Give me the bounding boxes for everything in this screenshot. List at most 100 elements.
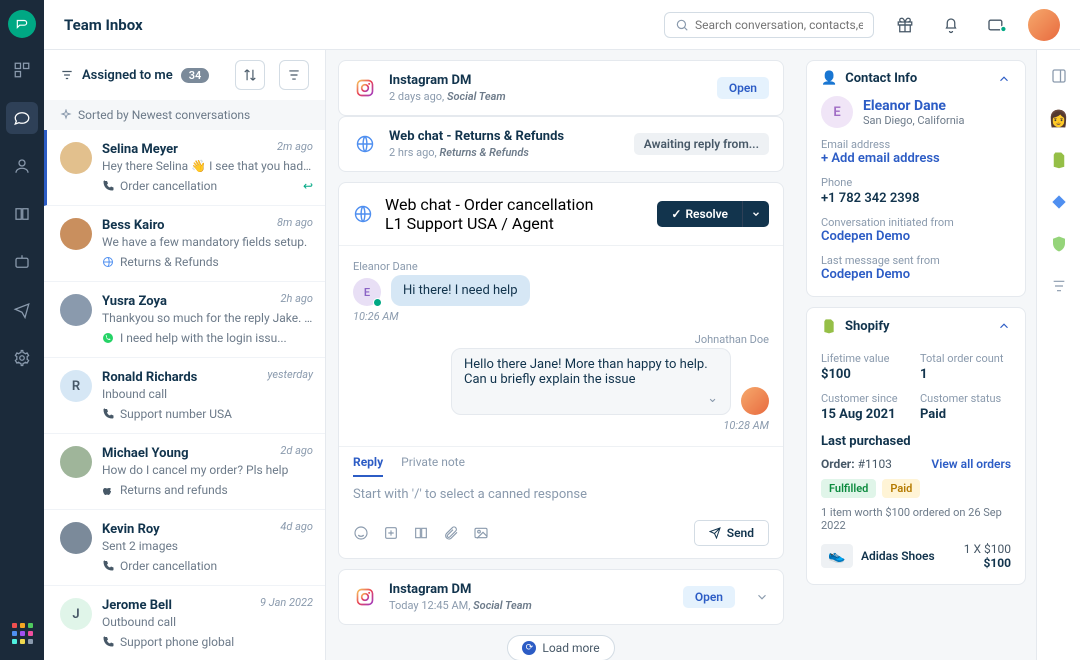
collapse-icon[interactable]: [997, 72, 1011, 86]
conv-count-badge: 34: [181, 68, 210, 83]
rail-filter-icon[interactable]: [1047, 274, 1071, 298]
canned-icon[interactable]: [383, 525, 399, 541]
globe-icon: [353, 132, 377, 156]
shopify-icon: [821, 318, 837, 334]
compose-input[interactable]: Start with '/' to select a canned respon…: [339, 477, 783, 512]
thread-card[interactable]: Instagram DM 2 days ago, Social Team Ope…: [338, 60, 784, 116]
product-image: 👟: [821, 544, 853, 568]
conversation-item[interactable]: Kevin Roy Sent 2 images Order cancellati…: [44, 510, 325, 586]
add-email-link[interactable]: + Add email address: [821, 151, 1011, 166]
chat-header: Web chat - Order cancellation L1 Support…: [339, 183, 783, 246]
filter-icon: [60, 68, 74, 82]
contact-phone: +1 782 342 2398: [821, 191, 1011, 206]
avatar: [60, 446, 92, 478]
compose-tabs: Reply Private note: [339, 447, 783, 477]
avatar: E: [353, 278, 381, 306]
thread-pane: Instagram DM 2 days ago, Social Team Ope…: [326, 50, 796, 660]
availability-icon[interactable]: [982, 10, 1012, 40]
app-logo: [8, 10, 36, 38]
resolve-button[interactable]: ✓ Resolve: [657, 201, 742, 227]
nav-sidebar: [0, 0, 44, 660]
compose-toolbar: Send: [339, 512, 783, 558]
thread-action-button[interactable]: Open: [717, 77, 769, 99]
instagram-icon: [353, 76, 377, 100]
nav-bot[interactable]: [6, 246, 38, 278]
rail-shield-icon[interactable]: [1047, 232, 1071, 256]
load-more-button[interactable]: ⟳Load more: [507, 635, 614, 660]
open-button[interactable]: Open: [683, 586, 735, 608]
conv-filter-header: Assigned to me 34: [44, 50, 325, 100]
conversation-item[interactable]: Yusra Zoya Thankyou so much for the repl…: [44, 282, 325, 358]
chip-fulfilled: Fulfilled: [821, 479, 876, 498]
contact-name[interactable]: Eleanor Dane: [863, 98, 964, 114]
avatar: [60, 522, 92, 554]
kb-icon[interactable]: [413, 525, 429, 541]
sort-button[interactable]: [235, 60, 265, 90]
rail-shopify-icon[interactable]: [1047, 148, 1071, 172]
avatar: J: [60, 598, 92, 630]
conversation-list: Assigned to me 34 Sorted by Newest conve…: [44, 50, 326, 660]
compose-area: Reply Private note Start with '/' to sel…: [339, 446, 783, 558]
last-msg-link[interactable]: Codepen Demo: [821, 267, 1011, 282]
avatar: [60, 218, 92, 250]
conversation-item[interactable]: R Ronald Richards Inbound call Support n…: [44, 358, 325, 434]
message-bubble: Hello there Jane! More than happy to hel…: [451, 348, 731, 415]
nav-campaigns[interactable]: [6, 294, 38, 326]
avatar: [60, 294, 92, 326]
filter-button[interactable]: [279, 60, 309, 90]
contact-location: San Diego, California: [863, 114, 964, 127]
widget-rail: 👩: [1036, 50, 1080, 660]
image-icon[interactable]: [473, 525, 489, 541]
chevron-down-icon[interactable]: [755, 590, 769, 604]
avatar: [60, 142, 92, 174]
tab-private-note[interactable]: Private note: [401, 455, 465, 477]
sorted-by-bar[interactable]: Sorted by Newest conversations: [44, 100, 325, 130]
contact-info-card: 👤 Contact Info E Eleanor Dane San Diego,…: [806, 60, 1026, 297]
conv-init-link[interactable]: Codepen Demo: [821, 229, 1011, 244]
conversation-item[interactable]: Bess Kairo We have a few mandatory field…: [44, 206, 325, 282]
sparkle-icon: [60, 109, 72, 121]
emoji-icon[interactable]: [353, 525, 369, 541]
avatar: R: [60, 370, 92, 402]
search-input[interactable]: [695, 18, 863, 32]
thread-action-button[interactable]: Awaiting reply from...: [634, 133, 769, 155]
conv-filter-label[interactable]: Assigned to me: [82, 68, 173, 83]
user-avatar[interactable]: [1028, 9, 1060, 41]
right-panel: 👤 Contact Info E Eleanor Dane San Diego,…: [796, 50, 1036, 660]
view-all-orders-link[interactable]: View all orders: [931, 457, 1011, 471]
message-bubble: Hi there! I need help: [391, 275, 530, 306]
conversation-item[interactable]: Selina Meyer Hey there Selina 👋 I see th…: [44, 130, 325, 206]
chip-paid: Paid: [882, 479, 920, 498]
product-row[interactable]: 👟 Adidas Shoes 1 X $100 $100: [821, 542, 1011, 570]
thread-card-bottom[interactable]: Instagram DM Today 12:45 AM, Social Team…: [338, 569, 784, 625]
send-button[interactable]: Send: [694, 520, 769, 546]
page-title: Team Inbox: [64, 16, 143, 34]
topbar: Team Inbox: [44, 0, 1080, 50]
tab-reply[interactable]: Reply: [353, 455, 383, 477]
nav-library[interactable]: [6, 198, 38, 230]
avatar: [741, 387, 769, 415]
nav-inbox[interactable]: [6, 102, 38, 134]
thread-card[interactable]: Web chat - Returns & Refunds 2 hrs ago, …: [338, 116, 784, 172]
conversation-item[interactable]: Michael Young How do I cancel my order? …: [44, 434, 325, 510]
contact-icon: 👤: [821, 71, 837, 86]
resolve-dropdown[interactable]: [742, 201, 769, 227]
search-icon: [675, 18, 689, 32]
resolve-button-group: ✓ Resolve: [657, 201, 769, 227]
chat-messages: Eleanor Dane E Hi there! I need help 10:…: [339, 246, 783, 446]
search-box[interactable]: [664, 12, 874, 38]
gift-icon[interactable]: [890, 10, 920, 40]
attachment-icon[interactable]: [443, 525, 459, 541]
bell-icon[interactable]: [936, 10, 966, 40]
rail-expand-icon[interactable]: [1047, 64, 1071, 88]
nav-settings[interactable]: [6, 342, 38, 374]
nav-dashboard[interactable]: [6, 54, 38, 86]
apps-launcher-icon[interactable]: [12, 623, 33, 644]
rail-contact-icon[interactable]: 👩: [1047, 106, 1071, 130]
instagram-icon: [353, 585, 377, 609]
contact-avatar: E: [821, 96, 853, 128]
nav-contacts[interactable]: [6, 150, 38, 182]
collapse-icon[interactable]: [997, 319, 1011, 333]
rail-diamond-icon[interactable]: [1047, 190, 1071, 214]
conversation-item[interactable]: J Jerome Bell Outbound call Support phon…: [44, 586, 325, 660]
